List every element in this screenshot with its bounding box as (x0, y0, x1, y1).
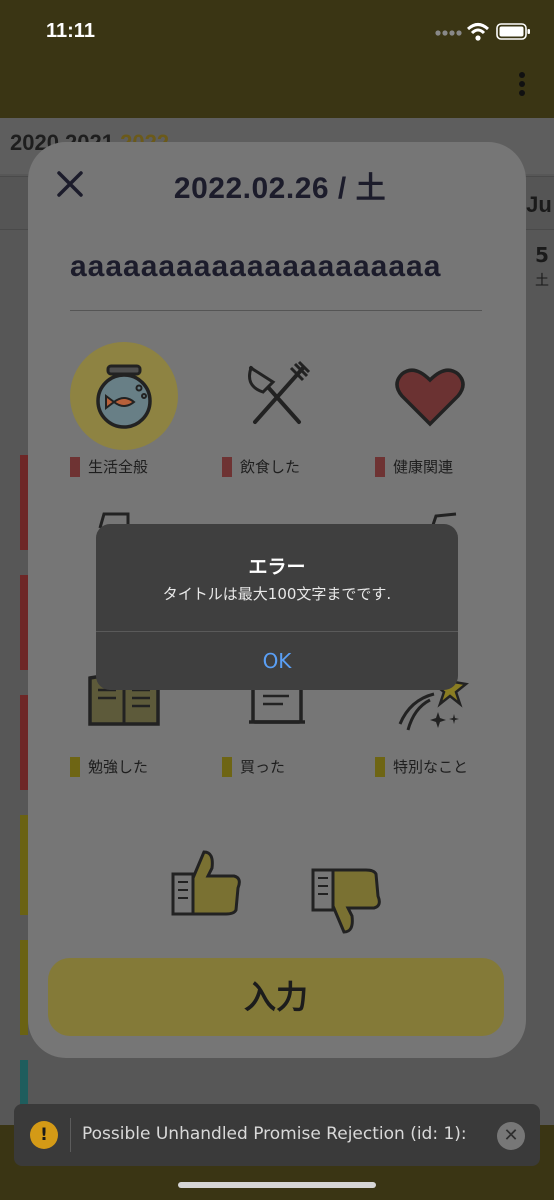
submit-button[interactable]: 入力 (48, 958, 504, 1036)
category-label[interactable]: 生活全般 (70, 456, 148, 477)
status-time: 11:11 (46, 20, 95, 42)
wifi-icon (466, 23, 490, 41)
thumbs-down-icon[interactable] (310, 866, 384, 936)
category-label[interactable]: 健康関連 (375, 456, 453, 477)
category-label-text: 飲食した (240, 458, 301, 476)
day-partial: 5 (535, 243, 549, 267)
category-label[interactable]: 買った (222, 756, 285, 777)
thumbs-up-icon[interactable] (170, 848, 244, 918)
entry-stripe (20, 940, 28, 1035)
category-color-mark (375, 456, 385, 477)
more-menu-icon[interactable] (516, 72, 528, 102)
toast-divider (70, 1118, 71, 1152)
alert-message: タイトルは最大100文字までです. (162, 585, 392, 603)
category-label-text: 健康関連 (393, 458, 454, 476)
category-label[interactable]: 特別なこと (375, 756, 468, 777)
entry-stripe (20, 695, 28, 790)
fork-knife-icon[interactable] (237, 356, 317, 436)
warning-icon: ! (30, 1121, 58, 1149)
category-label[interactable]: 勉強した (70, 756, 148, 777)
close-icon[interactable]: ✕ (497, 1122, 525, 1150)
category-color-mark (222, 456, 232, 477)
home-indicator[interactable] (178, 1182, 376, 1188)
signal-icon (435, 30, 462, 36)
category-color-mark (222, 756, 232, 777)
category-label-text: 買った (240, 758, 286, 776)
fishbowl-icon[interactable] (84, 356, 164, 436)
battery-icon (496, 23, 530, 40)
entry-stripe (20, 815, 28, 915)
category-label-text: 勉強した (88, 758, 149, 776)
category-color-mark (70, 756, 80, 777)
heart-icon[interactable] (390, 356, 470, 436)
category-label-text: 生活全般 (88, 458, 149, 476)
category-color-mark (375, 756, 385, 777)
weekday-partial: 土 (535, 273, 549, 289)
entry-stripe (20, 455, 28, 550)
alert-ok-button[interactable]: OK (96, 632, 458, 690)
app-header (0, 60, 554, 118)
toast-message: Possible Unhandled Promise Rejection (id… (82, 1124, 467, 1144)
category-label[interactable]: 飲食した (222, 456, 300, 477)
close-icon[interactable] (52, 166, 88, 202)
alert-title: エラー (248, 556, 306, 578)
entry-stripe (20, 1060, 28, 1110)
title-input[interactable]: aaaaaaaaaaaaaaaaaaaaa (70, 250, 482, 311)
modal-date-title: 2022.02.26 / 土 (173, 172, 387, 205)
category-color-mark (70, 456, 80, 477)
category-label-text: 特別なこと (393, 758, 469, 776)
